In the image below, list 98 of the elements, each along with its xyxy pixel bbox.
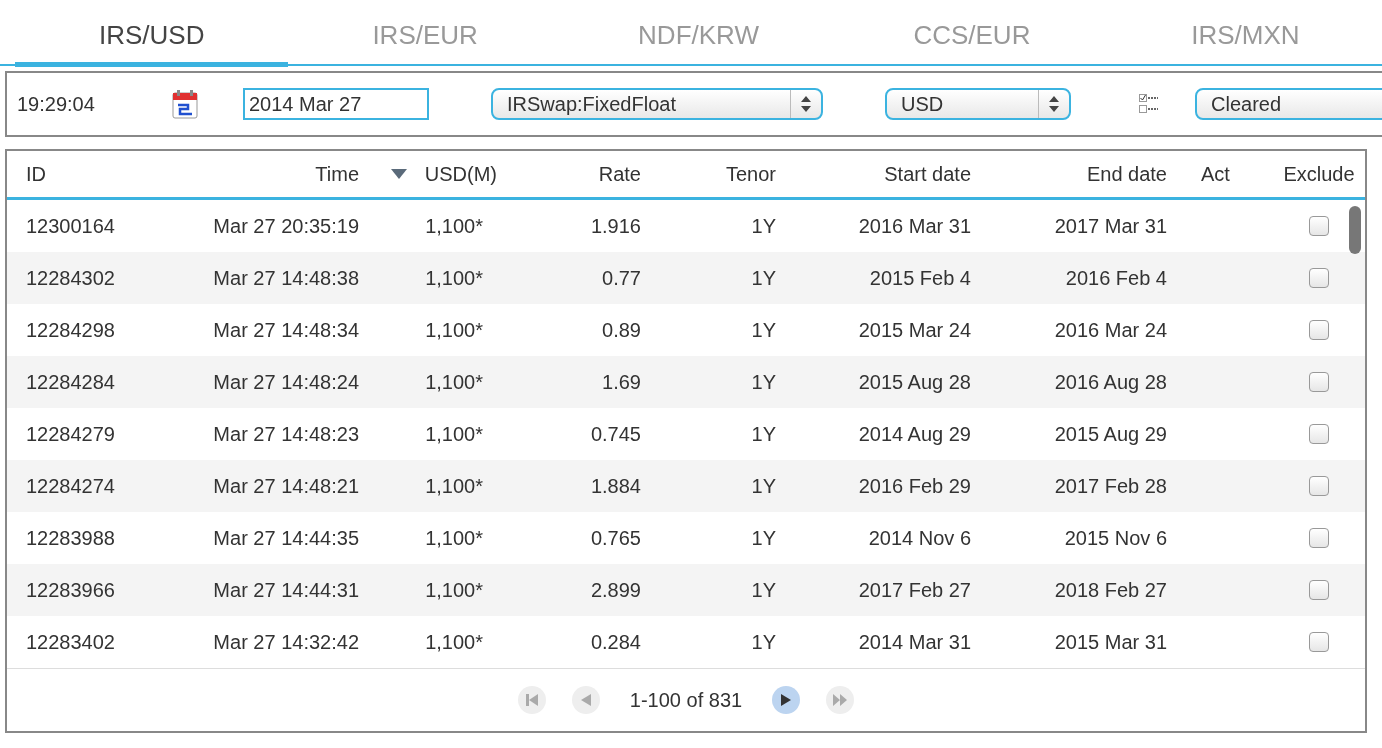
- table-cell: 2017 Feb 28: [1054, 474, 1167, 498]
- table-cell: 2017 Feb 27: [858, 578, 971, 602]
- table-cell: 1,100*: [425, 630, 483, 654]
- table-cell: Mar 27 14:44:35: [213, 526, 359, 550]
- table-cell: 12284298: [26, 318, 115, 342]
- table-cell: 1.884: [590, 474, 641, 498]
- page-range-text: 1-100 of 831: [629, 688, 743, 712]
- table-cell: 0.745: [590, 422, 641, 446]
- table-cell: 1.69: [602, 370, 641, 394]
- table-cell: Mar 27 14:32:42: [213, 630, 359, 654]
- table-cell: 2016 Feb 29: [858, 474, 971, 498]
- table-cell: 1,100*: [425, 474, 483, 498]
- table-cell: 2.899: [590, 578, 641, 602]
- table-cell: 1Y: [751, 578, 776, 602]
- exclude-checkbox[interactable]: [1309, 476, 1329, 496]
- table-cell: 1Y: [751, 474, 776, 498]
- column-header[interactable]: USD(M): [424, 162, 497, 186]
- table-cell: 2016 Mar 24: [1054, 318, 1167, 342]
- table-cell: 2015 Aug 28: [858, 370, 971, 394]
- table-cell: 1,100*: [425, 266, 483, 290]
- table-cell: Mar 27 14:44:31: [213, 578, 359, 602]
- table-cell: 1Y: [751, 214, 776, 238]
- column-header[interactable]: Start date: [884, 162, 971, 186]
- column-header[interactable]: Tenor: [725, 162, 776, 186]
- table-cell: 0.77: [602, 266, 641, 290]
- next-page-button[interactable]: [772, 686, 801, 714]
- table-cell: 2017 Mar 31: [1054, 214, 1167, 238]
- table-cell: 2016 Feb 4: [1065, 266, 1167, 290]
- status-select[interactable]: Cleared: [1195, 88, 1382, 120]
- table-cell: 12283988: [26, 526, 115, 550]
- exclude-checkbox[interactable]: [1309, 268, 1329, 288]
- table-cell: 12283402: [26, 630, 115, 654]
- table-cell: 2015 Mar 31: [1054, 630, 1167, 654]
- table-cell: 12300164: [26, 214, 115, 238]
- exclude-checkbox[interactable]: [1309, 372, 1329, 392]
- column-header[interactable]: Act: [1201, 162, 1230, 186]
- table-cell: 1Y: [751, 630, 776, 654]
- first-page-icon: [525, 694, 538, 706]
- table-cell: Mar 27 14:48:23: [213, 422, 359, 446]
- table-cell: 1Y: [751, 318, 776, 342]
- table-cell: 2016 Aug 28: [1054, 370, 1167, 394]
- exclude-checkbox[interactable]: [1309, 528, 1329, 548]
- table-cell: 1Y: [751, 526, 776, 550]
- table-cell: 0.89: [602, 318, 641, 342]
- table-cell: 12284279: [26, 422, 115, 446]
- table-cell: 1,100*: [425, 370, 483, 394]
- table-cell: Mar 27 14:48:21: [213, 474, 359, 498]
- date-field[interactable]: 2014 Mar 27: [243, 88, 429, 120]
- exclude-checkbox[interactable]: [1309, 632, 1329, 652]
- exclude-checkbox[interactable]: [1309, 424, 1329, 444]
- table-cell: 1,100*: [425, 578, 483, 602]
- calendar-icon[interactable]: [172, 89, 198, 119]
- table-cell: 1,100*: [425, 318, 483, 342]
- table-cell: 2015 Nov 6: [1064, 526, 1167, 550]
- up-down-arrows-icon: [801, 96, 811, 112]
- table-cell: 1Y: [751, 266, 776, 290]
- table-cell: 2015 Aug 29: [1054, 422, 1167, 446]
- table-cell: 2014 Aug 29: [858, 422, 971, 446]
- table-cell: 0.284: [590, 630, 641, 654]
- column-header[interactable]: Exclude: [1283, 162, 1355, 186]
- double-right-triangle-icon: [833, 694, 848, 706]
- tab[interactable]: IRS/USD: [15, 0, 289, 67]
- product-select[interactable]: IRSwap:FixedFloat: [491, 88, 823, 120]
- exclude-checkbox[interactable]: [1309, 580, 1329, 600]
- exclude-checkbox[interactable]: [1309, 320, 1329, 340]
- table-cell: 1,100*: [425, 214, 483, 238]
- table-cell: Mar 27 14:48:24: [213, 370, 359, 394]
- table-cell: Mar 27 20:35:19: [213, 214, 359, 238]
- table-cell: 2016 Mar 31: [858, 214, 971, 238]
- table-cell: 12284284: [26, 370, 115, 394]
- table-cell: Mar 27 14:48:34: [213, 318, 359, 342]
- column-header[interactable]: Rate: [598, 162, 641, 186]
- time-text: 19:29:04: [17, 92, 96, 116]
- column-header[interactable]: ID: [26, 162, 46, 186]
- column-header[interactable]: End date: [1086, 162, 1167, 186]
- table-cell: 2015 Mar 24: [858, 318, 971, 342]
- up-down-arrows-icon: [1049, 96, 1059, 112]
- table-cell: 2014 Mar 31: [858, 630, 971, 654]
- table-cell: 1,100*: [425, 422, 483, 446]
- column-header[interactable]: Time: [315, 162, 359, 186]
- scrollbar-thumb[interactable]: [1349, 206, 1361, 254]
- table-cell: 12284274: [26, 474, 115, 498]
- right-triangle-icon: [781, 694, 792, 706]
- table-cell: 1Y: [751, 370, 776, 394]
- table-cell: 12284302: [26, 266, 115, 290]
- left-triangle-icon: [580, 694, 591, 706]
- table-cell: 2015 Feb 4: [869, 266, 971, 290]
- table-cell: 12283966: [26, 578, 115, 602]
- table-cell: 2018 Feb 27: [1054, 578, 1167, 602]
- exclude-checkbox[interactable]: [1309, 216, 1329, 236]
- table-cell: 0.765: [590, 526, 641, 550]
- table-cell: 1.916: [590, 214, 641, 238]
- table-cell: 2014 Nov 6: [868, 526, 971, 550]
- checklist-icon[interactable]: [1139, 93, 1159, 115]
- table-cell: 1Y: [751, 422, 776, 446]
- table-cell: Mar 27 14:48:38: [213, 266, 359, 290]
- currency-select[interactable]: USD: [885, 88, 1071, 120]
- table-cell: 1,100*: [425, 526, 483, 550]
